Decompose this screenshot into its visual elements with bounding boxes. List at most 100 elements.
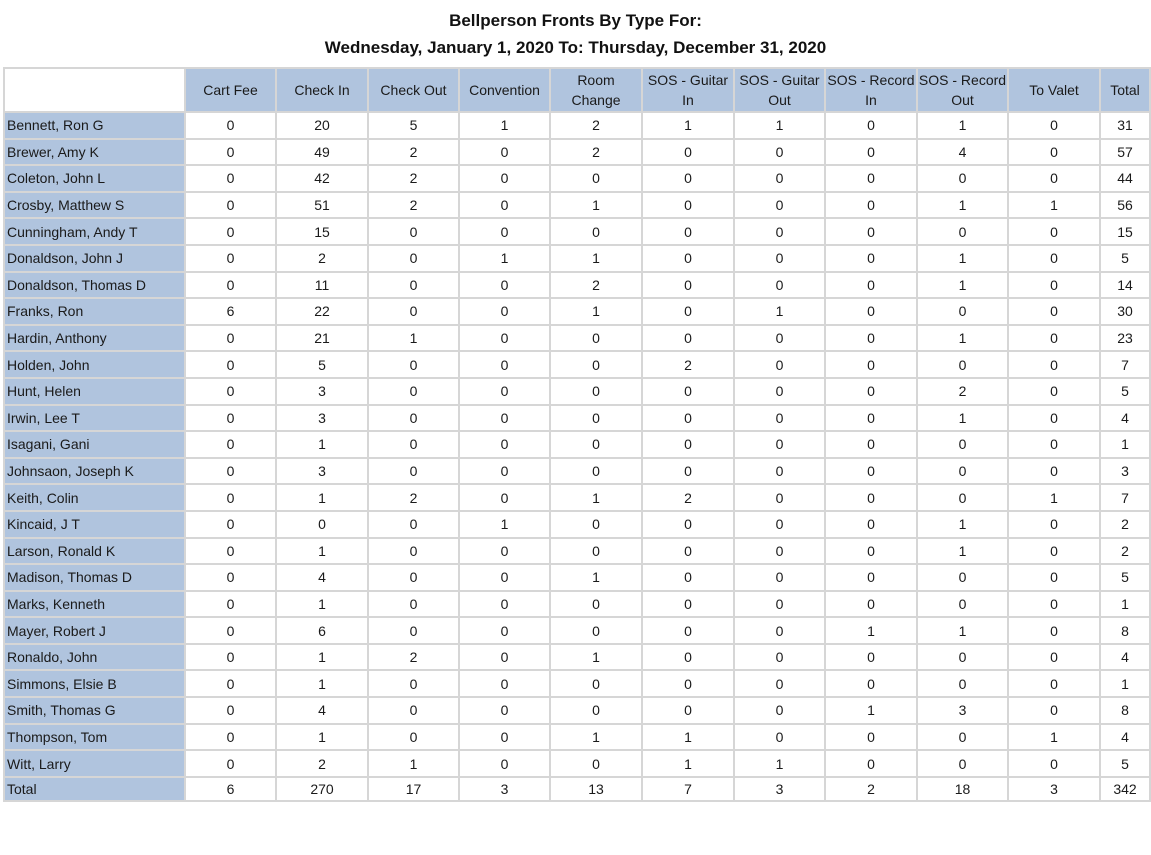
cell-convention: 0 <box>458 270 551 300</box>
cell-sos-record-out: 1 <box>916 243 1009 273</box>
cell-sos-guitar-in: 0 <box>641 616 735 645</box>
bellperson-name: Mayer, Robert J <box>3 616 186 645</box>
column-header-check-in: Check In <box>275 67 369 113</box>
cell-sos-record-out: 1 <box>916 403 1009 433</box>
column-header-total: Total <box>1099 67 1151 113</box>
report-header: Bellperson Fronts By Type For: Wednesday… <box>0 0 1151 61</box>
cell-sos-record-in: 0 <box>824 456 918 486</box>
cell-sos-guitar-out: 0 <box>733 456 826 486</box>
cell-sos-record-in: 0 <box>824 669 918 699</box>
cell-total: 5 <box>1099 749 1151 778</box>
cell-total: 14 <box>1099 270 1151 300</box>
cell-room-change: 0 <box>549 350 643 379</box>
cell-check-in: 42 <box>275 164 369 193</box>
cell-total: 8 <box>1099 696 1151 725</box>
bellperson-name: Witt, Larry <box>3 749 186 778</box>
cell-sos-record-out: 1 <box>916 190 1009 220</box>
cell-cart-fee: 0 <box>184 669 277 699</box>
cell-sos-guitar-out: 0 <box>733 376 826 406</box>
cell-room-change: 0 <box>549 430 643 459</box>
cell-cart-fee: 0 <box>184 111 277 140</box>
cell-sos-record-in: 0 <box>824 722 918 752</box>
cell-room-change: 1 <box>549 642 643 672</box>
column-header-convention: Convention <box>458 67 551 113</box>
cell-total: 1 <box>1099 430 1151 459</box>
cell-sos-record-out: 0 <box>916 456 1009 486</box>
cell-sos-record-in: 0 <box>824 137 918 167</box>
column-header-sos-guitar-out: SOS - Guitar Out <box>733 67 826 113</box>
cell-check-in: 1 <box>275 430 369 459</box>
cell-sos-record-in: 0 <box>824 509 918 539</box>
cell-total: 57 <box>1099 137 1151 167</box>
cell-convention: 1 <box>458 509 551 539</box>
bellperson-name: Thompson, Tom <box>3 722 186 752</box>
cell-sos-record-out: 0 <box>916 350 1009 379</box>
cell-room-change: 0 <box>549 456 643 486</box>
cell-sos-guitar-out: 0 <box>733 483 826 512</box>
bellperson-fronts-table: Cart Fee Check In Check Out Convention R… <box>3 67 1151 802</box>
bellperson-name: Donaldson, John J <box>3 243 186 273</box>
cell-cart-fee: 0 <box>184 536 277 566</box>
cell-convention: 0 <box>458 483 551 512</box>
cell-sos-guitar-out: 0 <box>733 137 826 167</box>
bellperson-name: Keith, Colin <box>3 483 186 512</box>
table-row: Simmons, Elsie B01000000001 <box>3 669 1151 699</box>
cell-check-in: 20 <box>275 111 369 140</box>
cell-convention: 0 <box>458 589 551 619</box>
cell-check-in: 1 <box>275 589 369 619</box>
cell-to-valet: 0 <box>1007 243 1101 273</box>
cell-check-out: 0 <box>367 536 460 566</box>
cell-check-in: 11 <box>275 270 369 300</box>
cell-sos-record-in: 0 <box>824 190 918 220</box>
cell-to-valet: 0 <box>1007 350 1101 379</box>
cell-room-change: 0 <box>549 376 643 406</box>
cell-check-in: 4 <box>275 696 369 725</box>
cell-sos-guitar-in: 0 <box>641 164 735 193</box>
cell-total: 1 <box>1099 589 1151 619</box>
cell-to-valet: 0 <box>1007 642 1101 672</box>
cell-sos-guitar-in: 0 <box>641 297 735 326</box>
cell-convention: 0 <box>458 217 551 246</box>
table-row: Johnsaon, Joseph K03000000003 <box>3 456 1151 486</box>
cell-room-change: 0 <box>549 509 643 539</box>
cell-sos-guitar-in: 0 <box>641 589 735 619</box>
cell-to-valet: 0 <box>1007 563 1101 592</box>
cell-sos-record-out: 0 <box>916 722 1009 752</box>
cell-to-valet: 0 <box>1007 297 1101 326</box>
cell-check-out: 0 <box>367 563 460 592</box>
cell-sos-guitar-in: 0 <box>641 323 735 353</box>
cell-sos-record-in: 0 <box>824 483 918 512</box>
cell-sos-record-out: 0 <box>916 669 1009 699</box>
cell-sos-record-in: 0 <box>824 642 918 672</box>
cell-to-valet: 0 <box>1007 669 1101 699</box>
cell-room-change: 0 <box>549 217 643 246</box>
bellperson-name: Brewer, Amy K <box>3 137 186 167</box>
cell-sos-record-in: 0 <box>824 350 918 379</box>
cell-check-out: 0 <box>367 509 460 539</box>
cell-sos-guitar-in: 1 <box>641 722 735 752</box>
cell-sos-guitar-in: 0 <box>641 642 735 672</box>
cell-to-valet: 0 <box>1007 217 1101 246</box>
cell-check-out: 2 <box>367 137 460 167</box>
cell-sos-record-in: 0 <box>824 536 918 566</box>
cell-check-out: 2 <box>367 190 460 220</box>
cell-check-out: 0 <box>367 696 460 725</box>
cell-sos-guitar-out: 0 <box>733 217 826 246</box>
bellperson-name: Ronaldo, John <box>3 642 186 672</box>
cell-cart-fee: 0 <box>184 642 277 672</box>
cell-sos-guitar-in: 2 <box>641 483 735 512</box>
cell-to-valet: 0 <box>1007 164 1101 193</box>
cell-convention: 3 <box>458 775 551 802</box>
table-row: Franks, Ron 6 22 0 0 1 0 1 0 0 0 30 <box>3 297 1151 326</box>
cell-check-in: 1 <box>275 642 369 672</box>
cell-total: 5 <box>1099 243 1151 273</box>
cell-to-valet: 0 <box>1007 270 1101 300</box>
cell-total: 8 <box>1099 616 1151 645</box>
cell-total: 1 <box>1099 669 1151 699</box>
cell-convention: 0 <box>458 616 551 645</box>
cell-to-valet: 3 <box>1007 775 1101 802</box>
cell-sos-guitar-out: 0 <box>733 430 826 459</box>
cell-sos-record-in: 0 <box>824 403 918 433</box>
cell-total: 5 <box>1099 376 1151 406</box>
cell-room-change: 0 <box>549 749 643 778</box>
